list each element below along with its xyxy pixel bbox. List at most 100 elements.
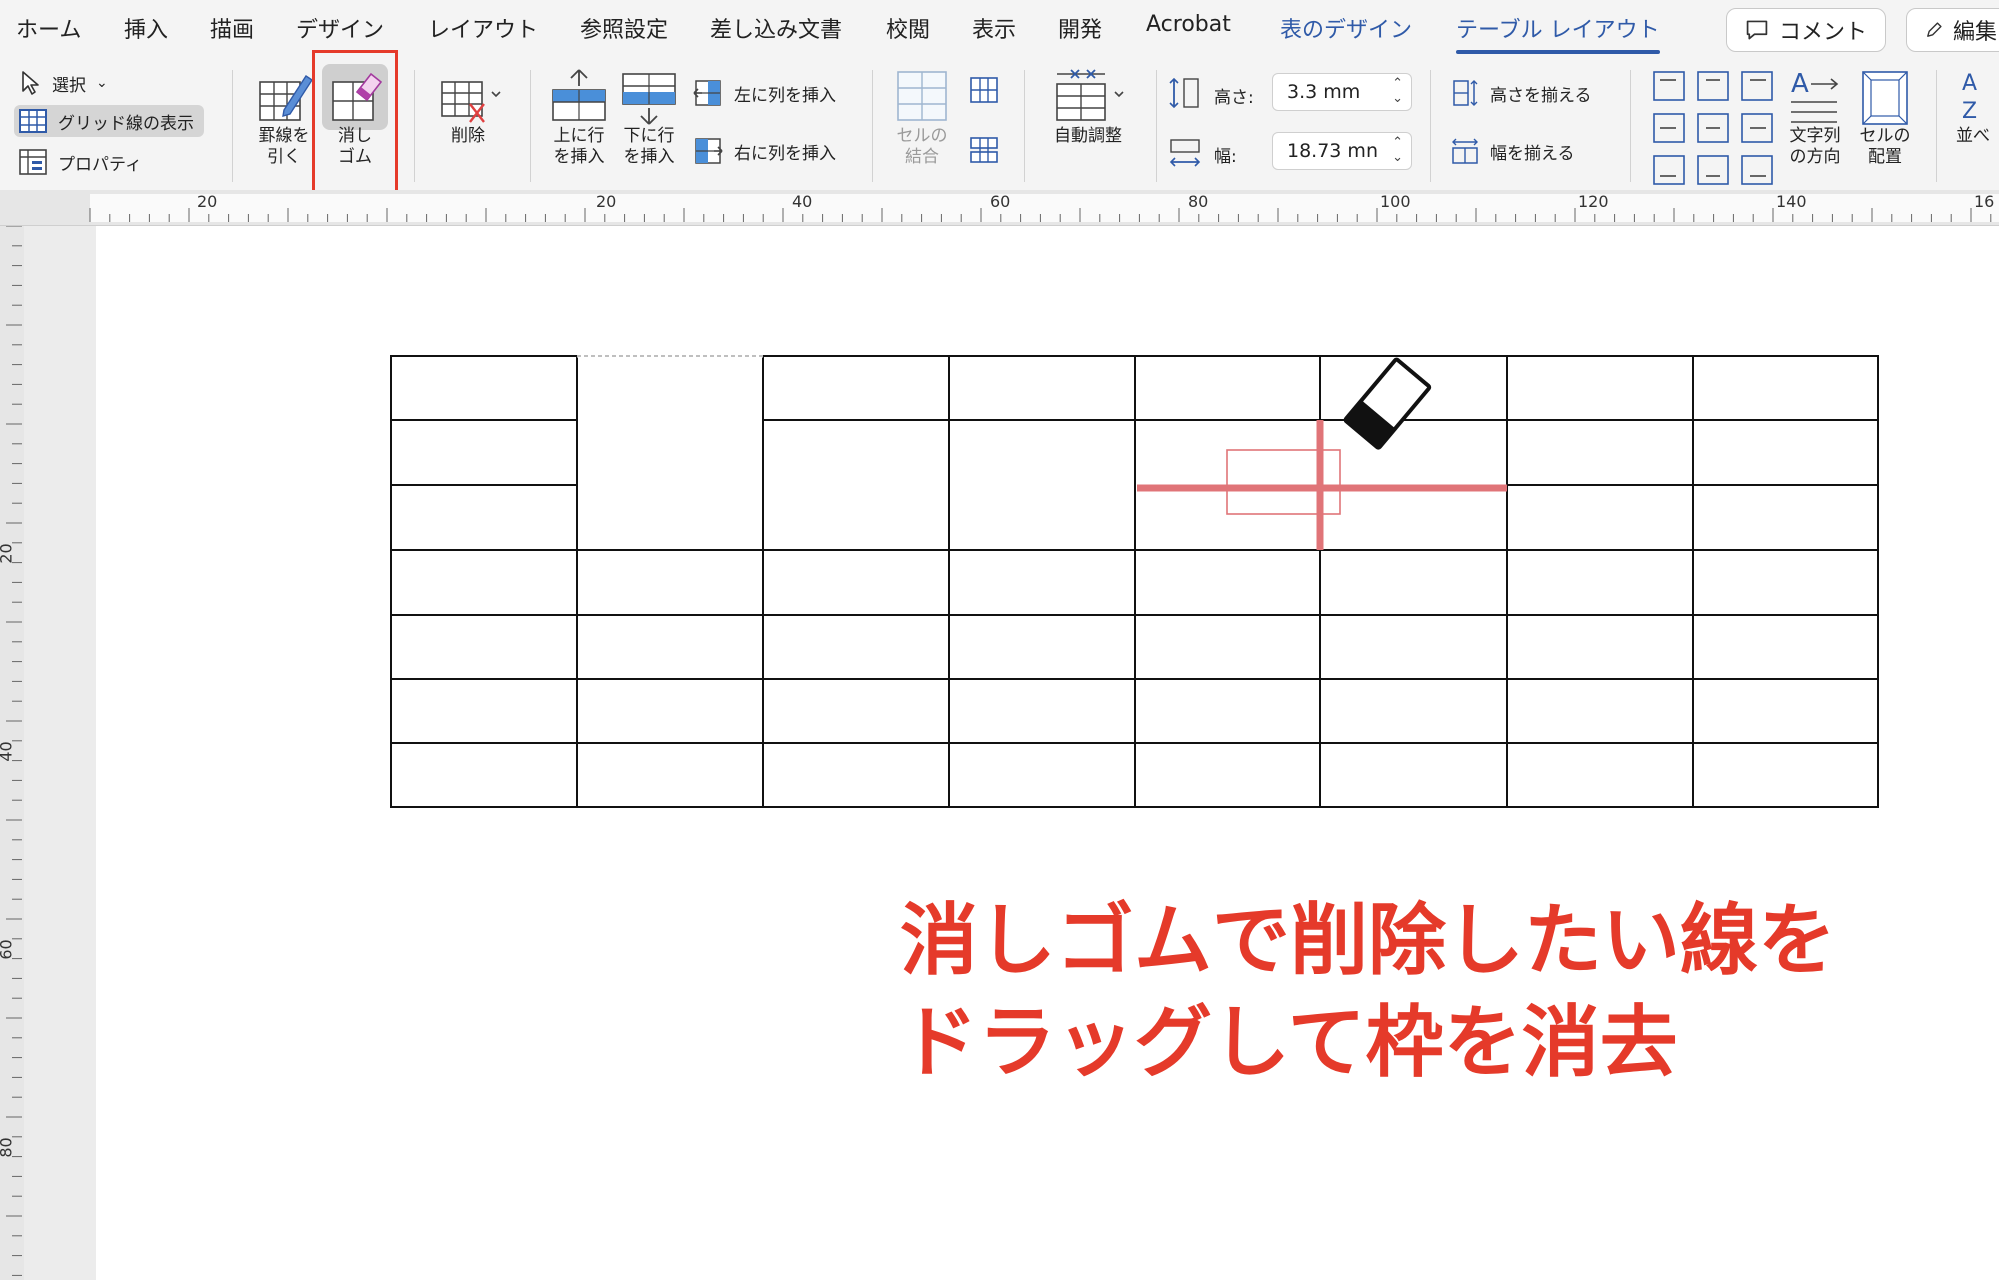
delete-table-icon <box>441 81 501 123</box>
ruler-number: 20 <box>596 192 617 211</box>
sort-button[interactable]: A Z 並べ <box>1956 66 1999 147</box>
ruler-track <box>90 194 1999 222</box>
cursor-arrow-icon <box>22 71 39 95</box>
delete-button[interactable]: 削除 <box>426 66 510 147</box>
tab-design[interactable]: デザイン <box>296 12 384 44</box>
insert-column-right-icon <box>695 138 723 164</box>
ribbon-separator <box>872 70 873 182</box>
cell-alignment-grid[interactable] <box>1650 68 1776 188</box>
tab-table-layout[interactable]: テーブル レイアウト <box>1456 12 1660 54</box>
insert-row-below-button[interactable]: 下に行 を挿入 <box>614 66 684 168</box>
grid-icon <box>19 109 47 133</box>
horizontal-ruler[interactable]: 20 20 40 60 80 100 120 140 16 <box>0 190 1999 226</box>
column-width-icon <box>1169 139 1201 167</box>
row-height-icon <box>1169 77 1199 109</box>
menu-bar: ホーム 挿入 描画 デザイン レイアウト 参照設定 差し込み文書 校閲 表示 開… <box>0 0 1999 60</box>
autofit-label: 自動調整 <box>1054 126 1122 146</box>
properties-button[interactable]: プロパティ <box>18 148 142 176</box>
ruler-number: 40 <box>0 741 16 762</box>
edit-label: 編集 <box>1952 20 1997 45</box>
document-page[interactable] <box>96 226 1999 1280</box>
sort-label: 並べ <box>1956 126 1990 146</box>
ribbon-separator <box>232 70 233 182</box>
merge-cells-label: セルの 結合 <box>896 126 948 167</box>
tab-view[interactable]: 表示 <box>972 12 1016 44</box>
distribute-rows-button[interactable]: 高さを揃える <box>1450 78 1592 108</box>
split-cells-icon <box>970 77 998 103</box>
tab-table-design[interactable]: 表のデザイン <box>1280 12 1412 44</box>
properties-label: プロパティ <box>58 154 142 175</box>
distribute-columns-label: 幅を揃える <box>1490 143 1575 164</box>
cell-margins-button[interactable]: セルの 配置 <box>1852 66 1918 168</box>
draw-border-label: 罫線を 引く <box>258 126 310 167</box>
insert-column-left-label: 左に列を挿入 <box>734 85 836 106</box>
ruler-number: 100 <box>1380 192 1411 211</box>
sort-az-icon: A Z <box>1962 71 1977 124</box>
tab-review[interactable]: 校閲 <box>886 12 930 44</box>
stepper-arrows-icon[interactable]: ⌃ ⌄ <box>1392 135 1403 165</box>
ribbon: 選択 ⌄ グリッド線の表示 プロパティ 罫線を 引く 消し ゴム 削除 上に行 … <box>0 60 1999 190</box>
text-direction-label: 文字列 の方向 <box>1789 126 1841 167</box>
chevron-down-icon: ⌄ <box>96 75 108 91</box>
column-width-input[interactable]: 18.73 mn ⌃ ⌄ <box>1272 132 1412 170</box>
ruler-number: 60 <box>990 192 1011 211</box>
ribbon-separator <box>1156 70 1157 182</box>
tab-references[interactable]: 参照設定 <box>580 12 668 44</box>
ribbon-separator <box>1430 70 1431 182</box>
draw-border-button[interactable]: 罫線を 引く <box>250 66 318 168</box>
insert-column-left-button[interactable]: 左に列を挿入 <box>692 78 836 108</box>
insert-row-below-label: 下に行 を挿入 <box>623 126 675 167</box>
ruler-number: 80 <box>0 1137 16 1158</box>
split-cells-button[interactable] <box>964 74 1004 106</box>
cell-margins-label: セルの 配置 <box>1859 126 1911 167</box>
ruler-number: 140 <box>1776 192 1807 211</box>
distribute-columns-icon <box>1452 138 1478 164</box>
row-height-value: 3.3 mm <box>1287 81 1361 103</box>
edit-button[interactable]: 編集 <box>1906 8 1999 52</box>
instruction-caption: 消しゴムで削除したい線を ドラッグして枠を消去 <box>900 896 1837 1088</box>
grid-lines-label: グリッド線の表示 <box>58 113 194 134</box>
insert-column-right-label: 右に列を挿入 <box>734 143 836 164</box>
grid-lines-toggle[interactable]: グリッド線の表示 <box>14 105 204 137</box>
tab-draw[interactable]: 描画 <box>210 12 254 44</box>
insert-column-right-button[interactable]: 右に列を挿入 <box>692 136 836 166</box>
select-button[interactable]: 選択 ⌄ <box>18 70 108 96</box>
tab-acrobat[interactable]: Acrobat <box>1146 12 1231 37</box>
ribbon-separator <box>1630 70 1631 182</box>
ruler-number: 80 <box>1188 192 1209 211</box>
cell-margins-icon <box>1862 71 1908 125</box>
svg-text:A: A <box>1962 71 1977 96</box>
ruler-number: 40 <box>792 192 813 211</box>
tab-insert[interactable]: 挿入 <box>124 12 168 44</box>
comment-label: コメント <box>1778 20 1867 45</box>
insert-row-above-button[interactable]: 上に行 を挿入 <box>544 66 614 168</box>
insert-column-left-icon <box>693 80 721 106</box>
tab-layout[interactable]: レイアウト <box>428 12 538 44</box>
distribute-rows-icon <box>1453 80 1478 106</box>
ribbon-separator <box>1936 70 1937 182</box>
text-direction-button[interactable]: A 文字列 の方向 <box>1782 66 1848 168</box>
tab-developer[interactable]: 開発 <box>1058 12 1102 44</box>
vertical-ruler[interactable]: 20 40 60 80 <box>0 226 24 1280</box>
split-table-icon <box>970 137 998 163</box>
merge-cells-icon <box>897 71 947 121</box>
svg-text:A: A <box>1791 69 1809 99</box>
autofit-icon <box>1056 69 1124 121</box>
tab-home[interactable]: ホーム <box>16 12 81 44</box>
svg-text:Z: Z <box>1962 99 1977 124</box>
ribbon-separator <box>1024 70 1025 182</box>
autofit-button[interactable]: 自動調整 <box>1038 66 1138 147</box>
eraser-highlight-frame <box>312 50 398 194</box>
ruler-number: 16 <box>1974 192 1995 211</box>
tab-mailings[interactable]: 差し込み文書 <box>710 12 842 44</box>
insert-row-below-icon <box>622 73 676 125</box>
ribbon-separator <box>414 70 415 182</box>
merge-cells-button[interactable]: セルの 結合 <box>886 66 958 168</box>
stepper-arrows-icon[interactable]: ⌃ ⌄ <box>1392 76 1403 106</box>
row-height-input[interactable]: 3.3 mm ⌃ ⌄ <box>1272 73 1412 111</box>
split-table-button[interactable] <box>964 134 1004 166</box>
ruler-number: 60 <box>0 939 16 960</box>
ruler-number: 20 <box>0 543 16 564</box>
distribute-columns-button[interactable]: 幅を揃える <box>1450 136 1575 166</box>
comment-button[interactable]: コメント <box>1726 8 1886 52</box>
